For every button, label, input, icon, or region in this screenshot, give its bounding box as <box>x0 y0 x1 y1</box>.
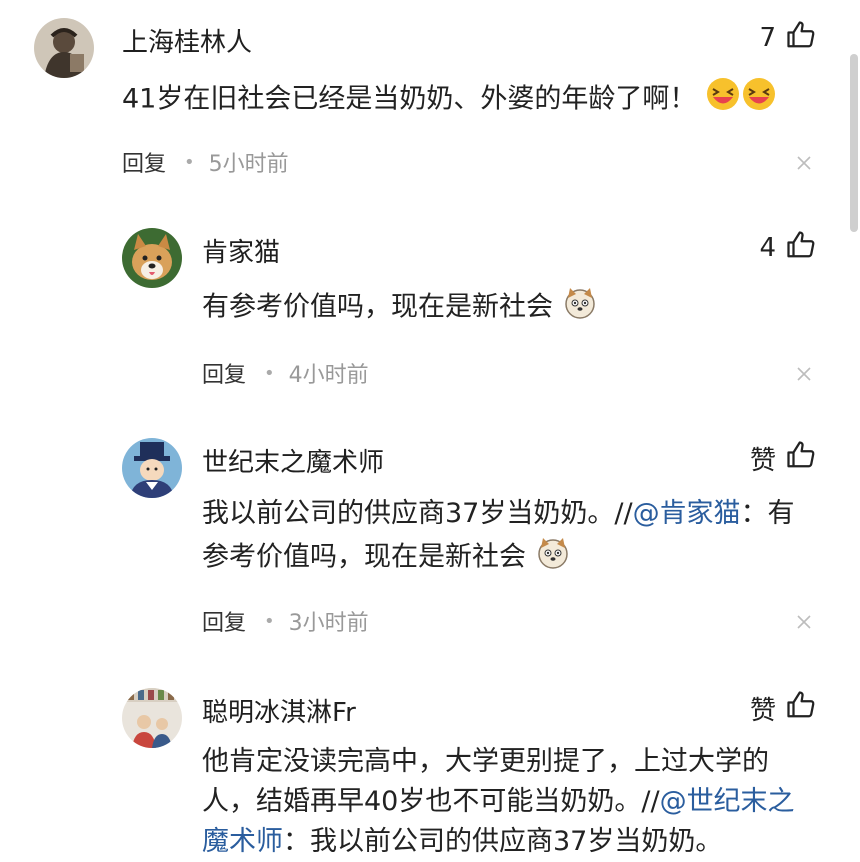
separator-dot: • <box>264 610 275 632</box>
close-icon[interactable] <box>796 614 812 630</box>
comment-meta: 回复 • 3小时前 <box>202 605 369 637</box>
like-button[interactable]: 赞 <box>750 688 816 728</box>
avatar[interactable] <box>122 438 182 498</box>
comment-text: 41岁在旧社会已经是当奶奶、外婆的年龄了啊！ <box>122 76 777 124</box>
like-label: 赞 <box>749 445 776 476</box>
like-button[interactable]: 7 <box>759 18 816 58</box>
comment-text-line: 我以前公司的供应商37岁当奶奶。//@肯家猫：有 <box>202 498 795 529</box>
like-button[interactable]: 赞 <box>750 438 816 478</box>
like-count: 7 <box>759 23 776 53</box>
comment-meta: 回复 • 4小时前 <box>202 357 369 389</box>
reply-button[interactable]: 回复 <box>122 146 166 178</box>
username[interactable]: 世纪末之魔术师 <box>202 442 384 479</box>
comment-meta: 回复 • 5小时前 <box>122 146 289 178</box>
dog-emoji <box>562 284 598 332</box>
mention-link[interactable]: @肯家猫 <box>633 498 741 529</box>
thumbs-up-icon <box>786 440 816 477</box>
close-icon[interactable] <box>796 366 812 382</box>
like-count: 4 <box>759 233 776 263</box>
separator-dot: • <box>264 362 275 384</box>
avatar[interactable] <box>122 228 182 288</box>
username[interactable]: 肯家猫 <box>202 232 280 269</box>
dog-emoji <box>535 534 571 582</box>
comment-text-line: 参考价值吗，现在是新社会 <box>202 534 571 582</box>
like-label: 赞 <box>749 695 776 726</box>
laugh-emoji <box>705 76 741 124</box>
timestamp: 3小时前 <box>288 611 369 636</box>
comment-text-line: 魔术师：我以前公司的供应商37岁当奶奶。 <box>202 826 723 857</box>
comment-text: 有参考价值吗，现在是新社会 <box>202 284 598 332</box>
avatar[interactable] <box>34 18 94 78</box>
thumbs-up-icon <box>786 230 816 267</box>
username[interactable]: 上海桂林人 <box>122 22 252 59</box>
timestamp: 4小时前 <box>288 363 369 388</box>
timestamp: 5小时前 <box>208 152 289 177</box>
close-icon[interactable] <box>796 155 812 171</box>
comment-text-line: 他肯定没读完高中，大学更别提了，上过大学的 <box>202 746 769 777</box>
reply-button[interactable]: 回复 <box>202 357 246 389</box>
like-button[interactable]: 4 <box>759 228 816 268</box>
thumbs-up-icon <box>786 690 816 727</box>
comment-text-line: 人，结婚再早40岁也不可能当奶奶。//@世纪末之 <box>202 786 795 817</box>
avatar[interactable] <box>122 688 182 748</box>
scrollbar[interactable] <box>850 54 858 232</box>
mention-link[interactable]: @世纪末之 <box>660 786 795 817</box>
reply-button[interactable]: 回复 <box>202 605 246 637</box>
thumbs-up-icon <box>786 20 816 57</box>
laugh-emoji <box>741 76 777 124</box>
username[interactable]: 聪明冰淇淋Fr <box>202 692 356 729</box>
separator-dot: • <box>184 151 195 173</box>
